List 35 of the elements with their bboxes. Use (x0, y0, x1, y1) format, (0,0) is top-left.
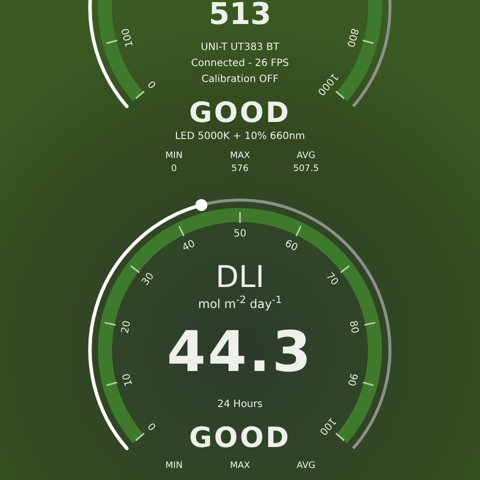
stat-label: MAX (230, 150, 250, 164)
scale-label: 100 (120, 26, 136, 48)
stat-label: MAX (230, 460, 250, 474)
status-text: GOOD (189, 423, 291, 452)
scale-label: 0 (146, 78, 159, 90)
stat-label: AVG (296, 150, 316, 164)
status-text: GOOD (189, 98, 291, 128)
scale-label: 10 (121, 372, 136, 388)
reading-value: 513 (208, 0, 272, 30)
light-source-text: LED 5000K + 10% 660nm (174, 131, 306, 142)
stat-label: MIN (165, 460, 183, 474)
scale-label: 50 (234, 228, 246, 240)
scale-label: 70 (323, 270, 340, 288)
scale-label: 20 (120, 320, 134, 334)
stat-label: AVG (296, 460, 316, 474)
scale-label: 100 (316, 415, 338, 437)
value-handle[interactable] (195, 199, 208, 212)
stat-value: 507.5 (293, 163, 319, 176)
scale-label: 800 (344, 26, 360, 48)
stat-value: 0 (171, 163, 177, 176)
gauge-title: DLI (216, 263, 264, 293)
stat-value: 576 (231, 163, 249, 176)
info-text: Calibration OFF (202, 73, 278, 87)
unit-label: mol m$^{-2}$ day$^{-1}$ (198, 295, 282, 311)
info-text: 24 Hours (217, 398, 263, 412)
scale-label: 60 (282, 238, 300, 254)
scale-label: 0 (146, 420, 159, 432)
info-text: Connected - 26 FPS (191, 57, 289, 71)
scale-label: 30 (140, 270, 157, 288)
scale-label: 90 (344, 372, 359, 388)
info-text: UNI-T UT383 BT (200, 41, 280, 55)
reading-value: 44.3 (166, 325, 314, 381)
scale-label: 80 (346, 320, 360, 334)
scale-label: 40 (180, 238, 198, 254)
stat-label: MIN (165, 150, 183, 164)
